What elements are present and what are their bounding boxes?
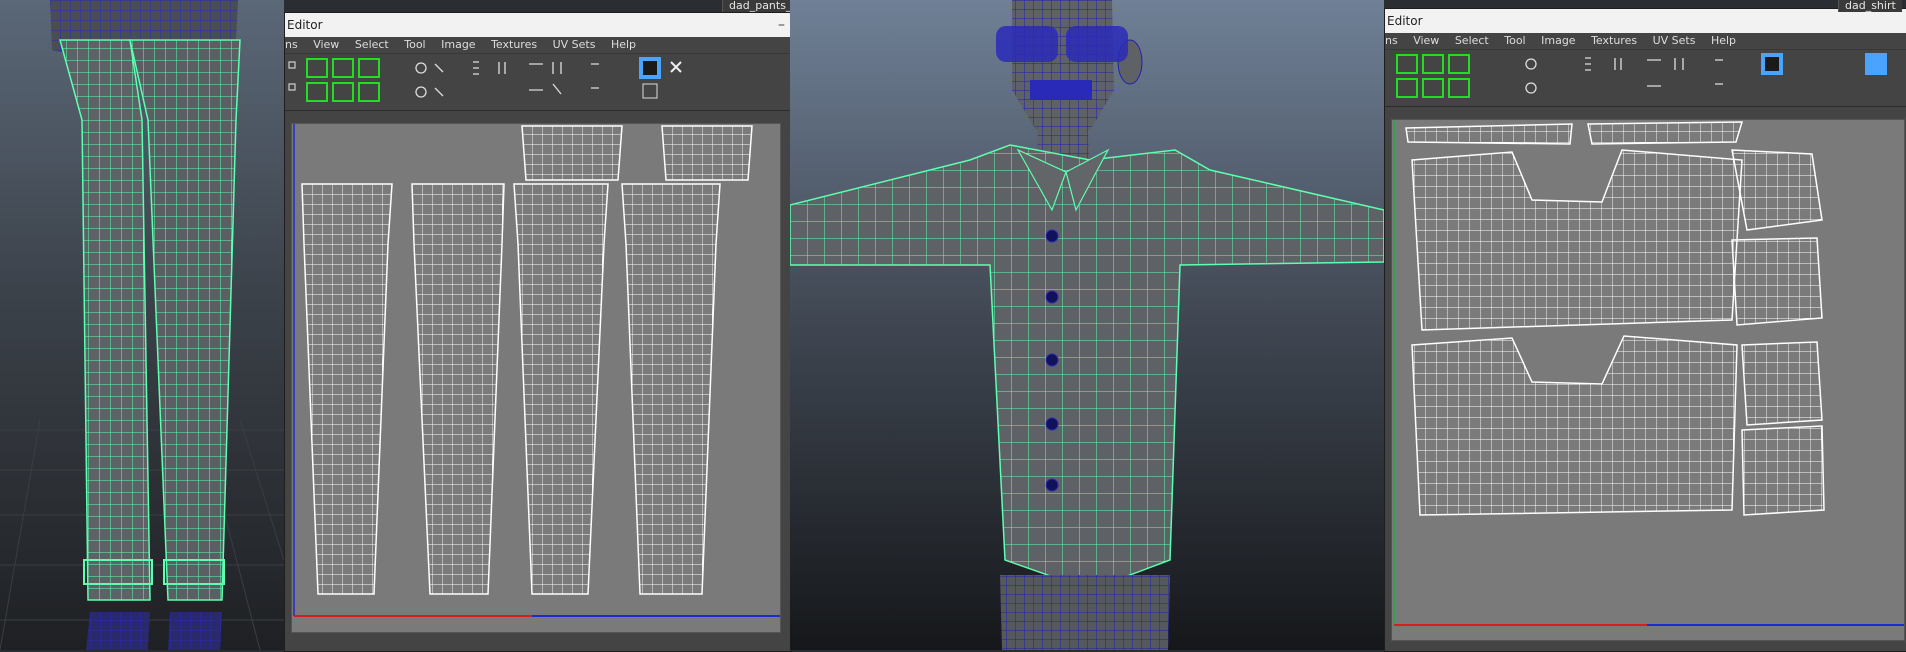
uv-editor-title-shirt: Editor xyxy=(1387,14,1423,28)
menu-image[interactable]: Image xyxy=(1541,34,1575,47)
uv-tool-icon[interactable] xyxy=(288,61,296,91)
shirt-viewport-canvas xyxy=(790,0,1384,650)
uv-shell-icons[interactable] xyxy=(1396,54,1470,98)
menu-help[interactable]: Help xyxy=(1711,34,1736,47)
uv-shell xyxy=(1405,121,1825,516)
uv-canvas-shirt[interactable] xyxy=(1391,119,1905,641)
uv-editor-titlebar-shirt[interactable]: Editor xyxy=(1385,9,1906,33)
menu-tool[interactable]: Tool xyxy=(404,38,425,51)
minimize-icon[interactable]: – xyxy=(778,13,785,37)
menu-help[interactable]: Help xyxy=(611,38,636,51)
menu-textures[interactable]: Textures xyxy=(491,38,537,51)
uv-toolbar xyxy=(285,53,791,111)
uv-editor-shirt[interactable]: Editor ns View Select Tool Image Texture… xyxy=(1384,8,1906,652)
uv-editor-menubar: ns View Select Tool Image Textures UV Se… xyxy=(285,37,791,53)
uv-toolbar-icons-shirt xyxy=(1396,53,1887,98)
uv-shells-pants xyxy=(293,124,780,617)
uv-toolbar-shirt xyxy=(1385,49,1906,107)
menu-view[interactable]: View xyxy=(1413,34,1439,47)
uv-editor-pants[interactable]: Editor – ns View Select Tool Image Textu… xyxy=(284,12,792,652)
uv-transform-icons[interactable] xyxy=(415,61,599,98)
menu-ns[interactable]: ns xyxy=(285,38,298,51)
menu-uv-sets[interactable]: UV Sets xyxy=(553,38,596,51)
menu-tool[interactable]: Tool xyxy=(1504,34,1525,47)
uv-transform-icons[interactable] xyxy=(1525,57,1723,94)
menu-image[interactable]: Image xyxy=(441,38,475,51)
viewport-shirt[interactable] xyxy=(790,0,1384,650)
uv-toolbar-icons xyxy=(288,57,682,102)
menu-view[interactable]: View xyxy=(313,38,339,51)
menu-uv-sets[interactable]: UV Sets xyxy=(1653,34,1696,47)
menu-textures[interactable]: Textures xyxy=(1591,34,1637,47)
uv-editor-titlebar[interactable]: Editor – xyxy=(285,13,791,37)
uv-editor-menubar-shirt: ns View Select Tool Image Textures UV Se… xyxy=(1385,33,1906,49)
grid-icon[interactable] xyxy=(642,83,658,99)
uv-shell-icons[interactable] xyxy=(306,58,380,102)
menu-select[interactable]: Select xyxy=(1455,34,1489,47)
uv-canvas-pants[interactable] xyxy=(291,123,781,633)
grid-icon[interactable] xyxy=(1865,53,1887,75)
viewport-pants[interactable] xyxy=(0,0,284,650)
pants-viewport-canvas xyxy=(0,0,284,650)
tab-dad-shirt[interactable]: dad_shirt xyxy=(1838,0,1902,12)
uv-shell xyxy=(301,125,753,595)
snap-icon[interactable] xyxy=(670,61,682,73)
menu-ns[interactable]: ns xyxy=(1385,34,1398,47)
uv-editor-title: Editor xyxy=(287,18,323,32)
uv-shells-shirt xyxy=(1393,120,1904,626)
menu-select[interactable]: Select xyxy=(355,38,389,51)
